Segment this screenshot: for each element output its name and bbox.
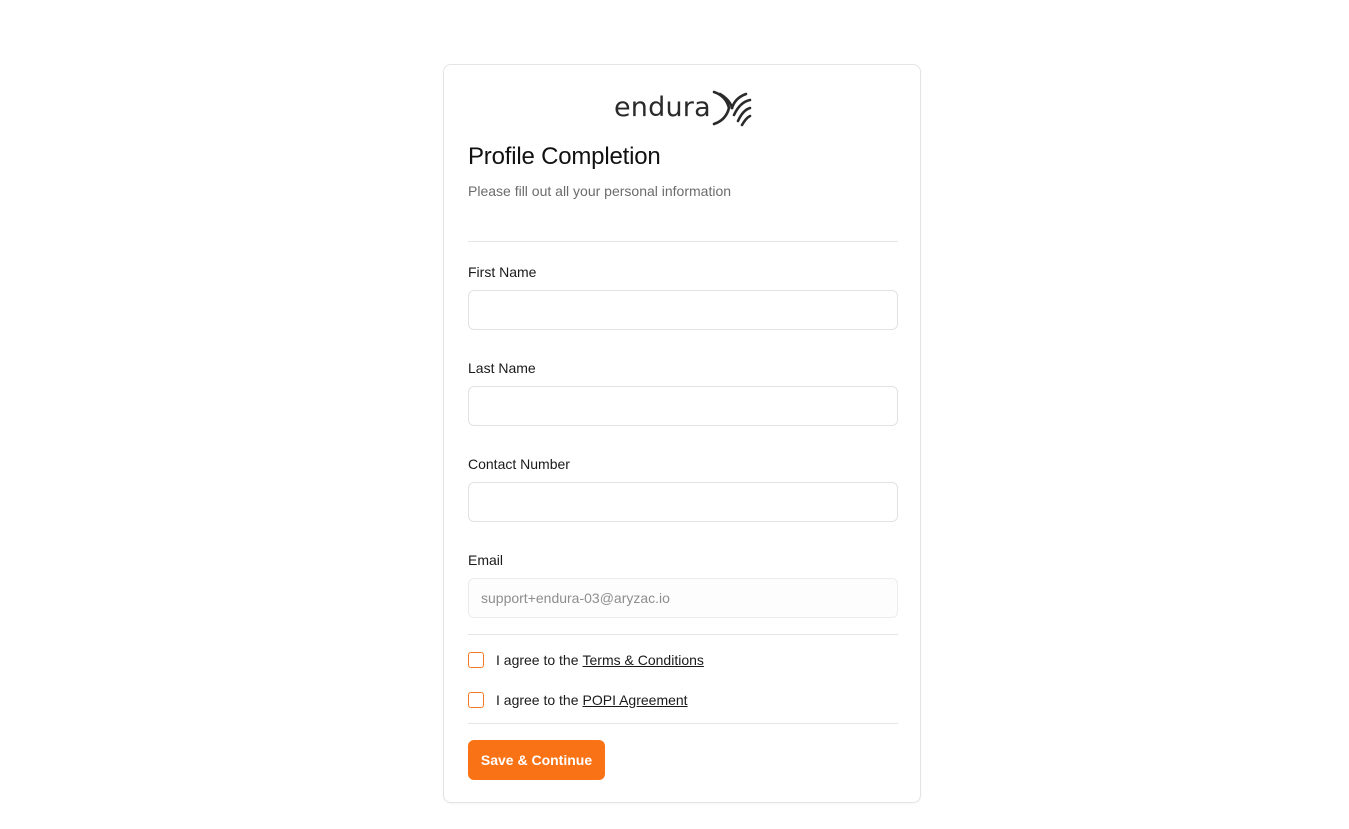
- email-label: Email: [468, 552, 504, 568]
- page-title: Profile Completion: [468, 143, 661, 170]
- popi-checkbox[interactable]: [468, 692, 484, 708]
- terms-conditions-link[interactable]: Terms & Conditions: [583, 652, 704, 668]
- last-name-label: Last Name: [468, 360, 536, 376]
- popi-agreement-row: I agree to the POPI Agreement: [468, 692, 688, 708]
- header-divider: [468, 241, 898, 242]
- terms-agreement-row: I agree to the Terms & Conditions: [468, 652, 704, 668]
- page-subtitle: Please fill out all your personal inform…: [468, 183, 732, 199]
- popi-agreement-prefix: I agree to the: [496, 692, 579, 708]
- endura-wave-logo-icon: [712, 90, 752, 127]
- popi-agreement-link[interactable]: POPI Agreement: [583, 692, 688, 708]
- save-continue-button[interactable]: Save & Continue: [468, 740, 605, 780]
- last-name-input[interactable]: [468, 386, 898, 426]
- profile-completion-card: endura Profile Completion Please fill ou…: [443, 64, 921, 803]
- agreements-bottom-divider: [468, 723, 898, 724]
- email-input: [468, 578, 898, 618]
- first-name-label: First Name: [468, 264, 537, 280]
- agreements-top-divider: [468, 634, 898, 635]
- brand-logo: endura: [614, 87, 752, 127]
- terms-checkbox[interactable]: [468, 652, 484, 668]
- contact-number-label: Contact Number: [468, 456, 570, 472]
- brand-name: endura: [614, 91, 711, 123]
- contact-number-input[interactable]: [468, 482, 898, 522]
- first-name-input[interactable]: [468, 290, 898, 330]
- terms-agreement-prefix: I agree to the: [496, 652, 579, 668]
